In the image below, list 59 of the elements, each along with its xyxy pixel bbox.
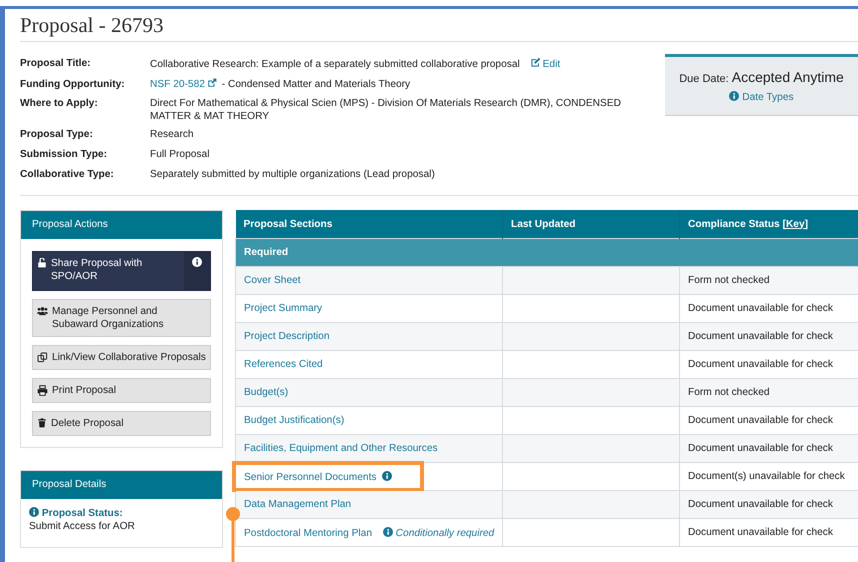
due-date-value: Accepted Anytime [732, 69, 844, 85]
due-date-label: Due Date: [679, 73, 729, 85]
field-label: Proposal Type: [20, 128, 94, 142]
note-text: Conditionally required [396, 528, 494, 538]
field-value: Full Proposal [150, 149, 210, 160]
page-title: Proposal - 26793 [20, 13, 164, 37]
section-link[interactable]: Cover Sheet [244, 275, 301, 286]
field-value: Collaborative Research: Example of a separately submitted collaborative proposal [150, 59, 520, 70]
section-link[interactable]: Budget Justification(s) [244, 415, 344, 426]
group-header: Required [236, 238, 858, 266]
info-icon [382, 526, 393, 536]
column-header: Proposal Sections [236, 210, 502, 238]
section-link[interactable]: Project Summary [244, 303, 322, 314]
field-label: Submission Type: [20, 148, 108, 162]
action-button[interactable]: Link/View Collaborative Proposals [32, 345, 211, 370]
section-link[interactable]: Senior Personnel Documents [244, 472, 377, 482]
panel-header: Proposal Details [21, 471, 222, 499]
section-link[interactable]: Budget(s) [244, 387, 288, 398]
field-value: Direct For Mathematical & Physical Scien (MPS) - Division Of Materials Research (DMR), CONDENSED MATTER & MAT THEORY [150, 98, 621, 122]
copy-icon [37, 352, 48, 363]
column-header: Compliance Status [688, 218, 780, 230]
action-button[interactable]: Print Proposal [32, 378, 211, 403]
info-icon [192, 257, 202, 267]
status-label: Proposal Status: [42, 508, 123, 519]
action-button[interactable]: Manage Personnel and Subaward Organizations [32, 299, 211, 337]
field-value: - Condensed Matter and Materials Theory [222, 79, 410, 90]
edit-icon [530, 57, 541, 68]
edit-link[interactable]: Edit [528, 59, 560, 70]
field-value: Separately submitted by multiple organizations (Lead proposal) [150, 169, 435, 180]
trash-icon [37, 418, 47, 428]
status-cell: Document unavailable for check [680, 490, 858, 518]
field-label: Proposal Title: [20, 57, 92, 71]
status-cell: Document unavailable for check [680, 434, 858, 462]
section-link[interactable]: References Cited [244, 359, 323, 370]
field-label: Collaborative Type: [20, 168, 115, 182]
status-cell: Form not checked [680, 378, 858, 406]
section-link[interactable]: Data Management Plan [244, 499, 352, 510]
external-link-icon [206, 78, 217, 88]
status-value: Submit Access for AOR [29, 520, 136, 533]
key-link[interactable]: [Key] [782, 218, 808, 230]
printer-icon [37, 385, 48, 396]
section-link[interactable]: Postdoctoral Mentoring Plan [244, 528, 372, 538]
field-value: Research [150, 129, 194, 140]
status-cell: Form not checked [680, 266, 858, 294]
leader-line [225, 506, 241, 562]
users-icon [37, 306, 48, 316]
panel-header: Proposal Actions [21, 211, 222, 239]
action-button[interactable]: Share Proposal with SPO/AOR [32, 251, 211, 291]
info-icon [729, 91, 740, 101]
funding-link[interactable]: NSF 20-582 [150, 79, 219, 90]
info-icon [29, 507, 39, 517]
action-button[interactable]: Delete Proposal [32, 411, 211, 436]
date-types-link[interactable]: Date Types [729, 91, 794, 103]
status-cell: Document unavailable for check [680, 322, 858, 350]
lock-icon [37, 258, 47, 268]
section-link[interactable]: Project Description [244, 331, 330, 342]
field-label: Funding Opportunity: [20, 78, 126, 92]
field-label: Where to Apply: [20, 97, 99, 111]
column-header: Last Updated [502, 210, 680, 238]
